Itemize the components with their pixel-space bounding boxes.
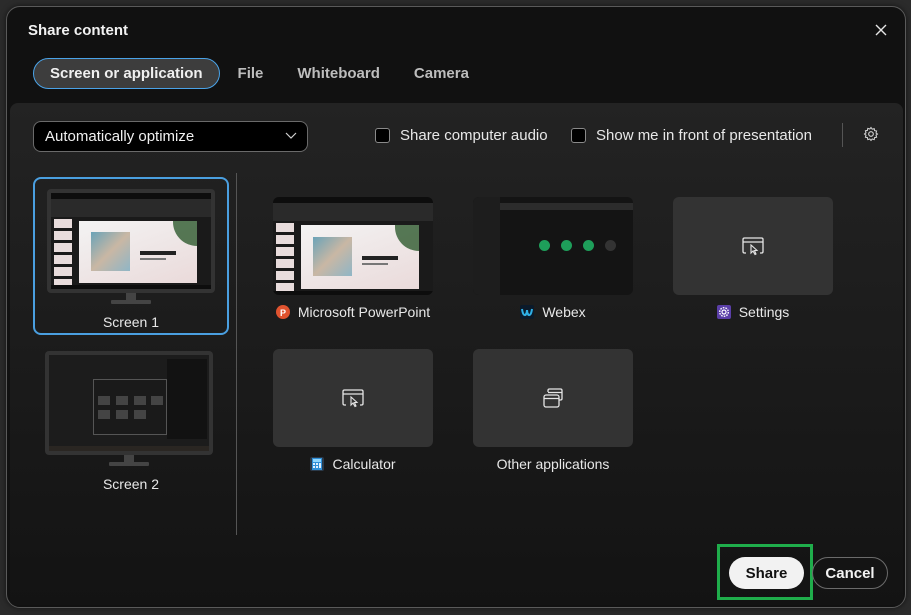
- calculator-icon: [310, 457, 325, 471]
- show-me-checkbox[interactable]: [571, 128, 586, 143]
- settings-app-icon: [716, 305, 731, 319]
- window-cursor-icon: [742, 237, 764, 256]
- toolbar-divider: [842, 123, 843, 147]
- chevron-down-icon: [285, 132, 297, 139]
- tab-camera[interactable]: Camera: [398, 58, 485, 89]
- webex-icon: [520, 305, 535, 319]
- app-name: Webex: [542, 304, 586, 320]
- screen-2-label: Screen 2: [102, 476, 160, 492]
- tab-whiteboard[interactable]: Whiteboard: [281, 58, 396, 89]
- share-audio-label: Share computer audio: [400, 127, 548, 144]
- share-audio-checkbox-row[interactable]: Share computer audio: [375, 127, 548, 144]
- app-tile-calculator[interactable]: Calculator: [273, 349, 433, 472]
- tab-file[interactable]: File: [222, 58, 280, 89]
- optimize-dropdown-value: Automatically optimize: [45, 128, 195, 145]
- content-panel: Automatically optimize Share computer au…: [10, 103, 903, 605]
- screen-2-preview: [49, 355, 209, 451]
- svg-text:P: P: [280, 308, 286, 318]
- app-tile-webex[interactable]: Webex: [473, 197, 633, 320]
- app-tile-powerpoint[interactable]: P Microsoft PowerPoint: [273, 197, 433, 320]
- app-tile-other-applications[interactable]: Other applications: [473, 349, 633, 472]
- screen-option-2[interactable]: Screen 2: [33, 341, 229, 499]
- share-content-dialog: Share content Screen or application File…: [6, 6, 906, 608]
- app-tile-settings[interactable]: Settings: [673, 197, 833, 320]
- close-icon: [875, 24, 887, 36]
- dialog-title: Share content: [28, 22, 129, 39]
- screen-option-1[interactable]: Screen 1: [33, 177, 229, 335]
- optimize-dropdown[interactable]: Automatically optimize: [33, 121, 308, 152]
- show-me-label: Show me in front of presentation: [596, 127, 812, 144]
- show-me-checkbox-row[interactable]: Show me in front of presentation: [571, 127, 812, 144]
- share-settings-button[interactable]: [863, 126, 879, 142]
- gear-icon: [863, 126, 879, 142]
- close-button[interactable]: [871, 20, 891, 40]
- other-applications-preview: [473, 349, 633, 447]
- powerpoint-preview: [273, 197, 433, 295]
- window-cursor-icon: [342, 389, 364, 408]
- tab-screen-or-application[interactable]: Screen or application: [33, 58, 220, 89]
- monitor-icon: [47, 189, 215, 293]
- powerpoint-icon: P: [275, 305, 290, 319]
- monitor-icon: [45, 351, 213, 455]
- tab-bar: Screen or application File Whiteboard Ca…: [33, 58, 487, 89]
- screen-1-label: Screen 1: [102, 314, 160, 330]
- calculator-preview: [273, 349, 433, 447]
- screen-1-preview: [51, 193, 211, 289]
- column-divider: [236, 173, 237, 535]
- app-name: Other applications: [496, 456, 610, 472]
- stacked-windows-icon: [543, 388, 563, 408]
- app-name: Microsoft PowerPoint: [297, 304, 431, 320]
- settings-preview: [673, 197, 833, 295]
- share-audio-checkbox[interactable]: [375, 128, 390, 143]
- webex-preview: [473, 197, 633, 295]
- share-button[interactable]: Share: [729, 557, 804, 589]
- cancel-button[interactable]: Cancel: [812, 557, 888, 589]
- app-name: Settings: [738, 304, 790, 320]
- app-name: Calculator: [332, 456, 396, 472]
